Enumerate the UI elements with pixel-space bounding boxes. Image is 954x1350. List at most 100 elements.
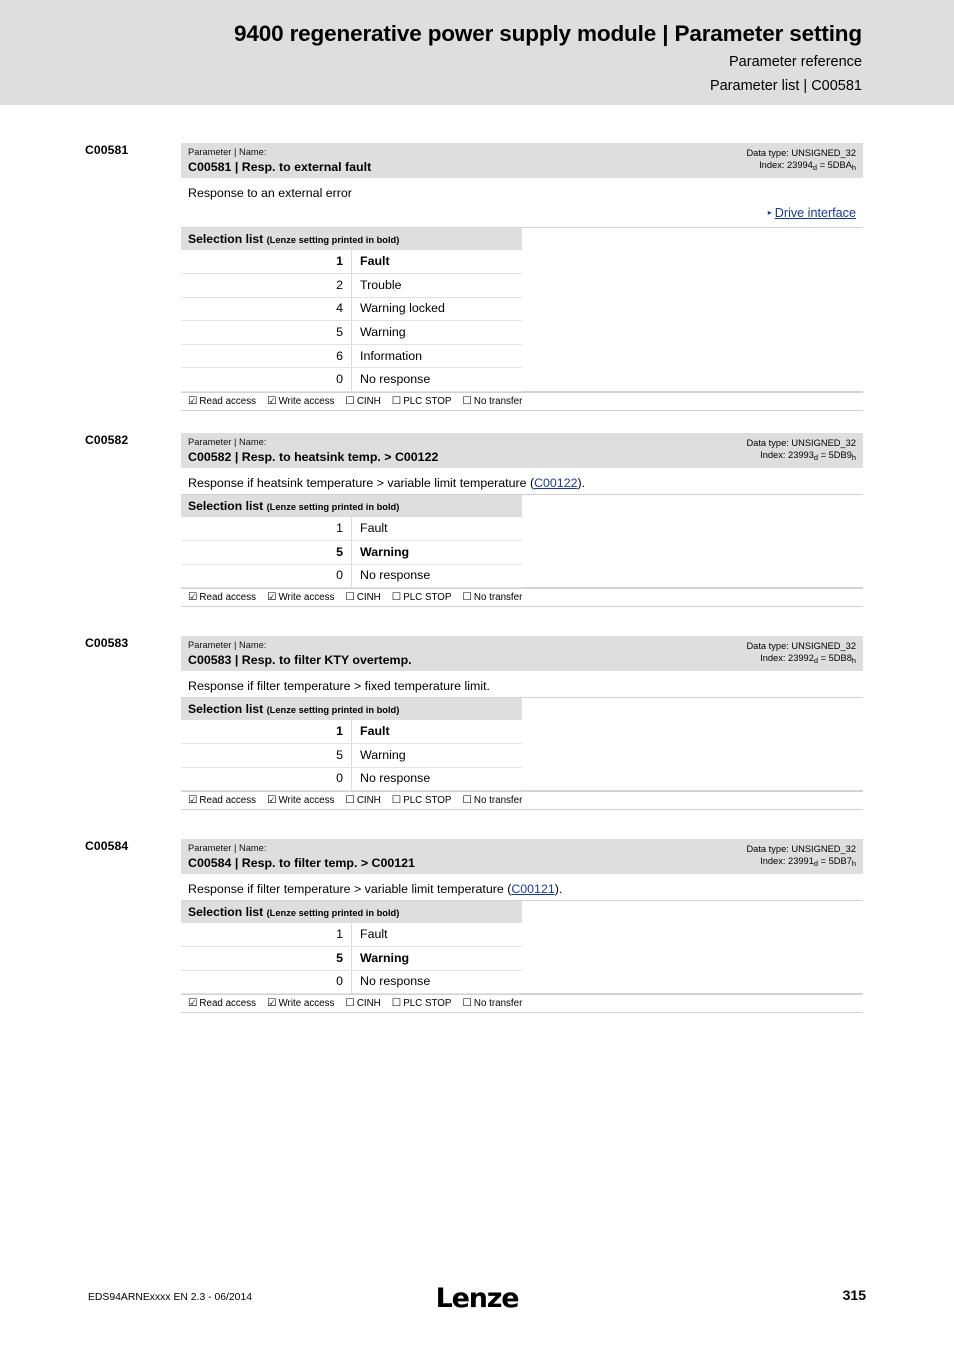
parameter-block-c00581: C00581 Parameter | Name: C00581 | Resp. to… [0, 143, 954, 412]
selection-label: Warning locked [351, 297, 522, 322]
drive-interface-link[interactable]: Drive interface [775, 206, 856, 220]
parameter-name-band: Parameter | Name: C00583 | Resp. to filte… [181, 636, 863, 671]
selection-list-row: 0 No response [181, 367, 522, 393]
selection-list-title: Selection list [188, 702, 264, 716]
access-flag-label: PLC STOP [403, 998, 452, 1010]
access-flag-read-access: ☑ Read access [188, 592, 256, 603]
selection-list-row: 2 Trouble [181, 273, 522, 298]
checkbox-unchecked-icon: ☐ [391, 395, 402, 408]
access-flag-label: CINH [356, 592, 381, 604]
parameter-block-c00582: C00582 Parameter | Name: C00582 | Resp. to… [0, 433, 954, 608]
access-flag-write-access: ☑ Write access [267, 998, 334, 1009]
access-flag-label: Write access [278, 592, 335, 604]
selection-list-area: Selection list (Lenze setting printed in… [181, 698, 863, 792]
checkbox-unchecked-icon: ☐ [391, 997, 402, 1010]
description-text: Response if filter temperature > fixed t… [188, 679, 490, 693]
parameter-datatype: Data type: UNSIGNED_32 [746, 148, 856, 158]
checkbox-unchecked-icon: ☐ [391, 794, 402, 807]
header-subtitle-breadcrumb: Parameter list | C00581 [709, 78, 862, 94]
parameter-cross-reference-link[interactable]: C00121 [511, 882, 554, 896]
selection-list-area: Selection list (Lenze setting printed in… [181, 495, 863, 589]
access-flag-write-access: ☑ Write access [267, 795, 334, 806]
selection-list-table: Selection list (Lenze setting printed in… [181, 495, 522, 589]
selection-value: 6 [181, 344, 352, 369]
selection-label: No response [351, 970, 522, 995]
selection-value: 0 [181, 970, 352, 995]
parameter-side-code: C00582 [85, 433, 129, 447]
selection-list-header: Selection list (Lenze setting printed in… [181, 495, 522, 517]
parameter-block-c00583: C00583 Parameter | Name: C00583 | Resp. to… [0, 636, 954, 811]
parameter-side-code: C00584 [85, 839, 129, 853]
selection-value: 5 [181, 946, 352, 971]
parameter-block-c00584: C00584 Parameter | Name: C00584 | Resp. to… [0, 839, 954, 1014]
checkbox-unchecked-icon: ☐ [462, 591, 472, 604]
page-footer: EDS94ARNExxxx EN 2.3 - 06/2014 Lenze 315 [0, 1283, 954, 1325]
access-flag-label: No transfer [473, 592, 523, 604]
checkbox-unchecked-icon: ☐ [345, 794, 355, 807]
checkbox-unchecked-icon: ☐ [345, 395, 355, 408]
checkbox-checked-icon: ☑ [188, 591, 198, 604]
selection-label: Warning [351, 946, 522, 971]
checkbox-unchecked-icon: ☐ [391, 591, 402, 604]
selection-list-row: 1 Fault [181, 923, 522, 948]
selection-label: Trouble [351, 273, 522, 298]
selection-list-note: (Lenze setting printed in bold) [266, 705, 400, 715]
header-subtitle-section: Parameter reference [729, 54, 862, 70]
selection-list-title: Selection list [188, 232, 264, 246]
parameter-cross-reference-link[interactable]: C00122 [534, 476, 577, 490]
checkbox-checked-icon: ☑ [188, 794, 198, 807]
access-flags-row: ☑ Read access ☑ Write access ☐ CINH ☐ PLC STOP ☐… [181, 994, 863, 1014]
access-flag-read-access: ☑ Read access [188, 998, 256, 1009]
checkbox-checked-icon: ☑ [267, 997, 277, 1010]
selection-list-row: 5 Warning [181, 743, 522, 768]
checkbox-checked-icon: ☑ [267, 395, 277, 408]
checkbox-checked-icon: ☑ [188, 997, 198, 1010]
selection-value: 5 [181, 743, 352, 768]
selection-list-row: 0 No response [181, 970, 522, 995]
page-title: 9400 regenerative power supply module | … [234, 21, 862, 46]
parameter-index: Index: 23993d = 5DB9h [760, 449, 856, 462]
selection-label: No response [351, 767, 522, 792]
checkbox-checked-icon: ☑ [267, 794, 277, 807]
access-flag-label: PLC STOP [403, 396, 452, 408]
access-flag-write-access: ☑ Write access [267, 396, 334, 407]
access-flag-write-access: ☑ Write access [267, 592, 334, 603]
selection-list-row: 6 Information [181, 344, 522, 369]
selection-label: Warning [351, 743, 522, 768]
selection-list-note: (Lenze setting printed in bold) [266, 235, 400, 245]
selection-list-row: 0 No response [181, 767, 522, 792]
selection-label: Warning [351, 540, 522, 565]
selection-value: 5 [181, 540, 352, 565]
selection-list-row: 0 No response [181, 564, 522, 589]
access-flag-label: CINH [356, 998, 381, 1010]
parameter-side-code: C00583 [85, 636, 129, 650]
access-flag-label: PLC STOP [403, 795, 452, 807]
selection-label: Warning [351, 320, 522, 345]
parameter-datatype: Data type: UNSIGNED_32 [746, 844, 856, 854]
access-flag-plc-stop: ☐ PLC STOP [392, 396, 452, 407]
selection-list-row: 1 Fault [181, 517, 522, 542]
access-flag-cinh: ☐ CINH [345, 795, 380, 806]
access-flag-cinh: ☐ CINH [345, 396, 380, 407]
selection-value: 2 [181, 273, 352, 298]
selection-list-title: Selection list [188, 499, 264, 513]
selection-value: 5 [181, 320, 352, 345]
page-header: 9400 regenerative power supply module | … [0, 0, 954, 105]
selection-value: 0 [181, 767, 352, 792]
parameter-index: Index: 23992d = 5DB8h [760, 652, 856, 665]
checkbox-unchecked-icon: ☐ [345, 997, 355, 1010]
selection-list-blank-panel [522, 495, 863, 589]
parameter-datatype-index: Data type: UNSIGNED_32 Index: 23991d = 5D… [746, 844, 856, 868]
parameter-block-body: Parameter | Name: C00582 | Resp. to heats… [181, 433, 863, 608]
access-flag-label: Read access [199, 396, 257, 408]
selection-value: 1 [181, 923, 352, 948]
selection-label: No response [351, 367, 522, 393]
access-flag-label: PLC STOP [403, 592, 452, 604]
selection-value: 4 [181, 297, 352, 322]
parameter-datatype: Data type: UNSIGNED_32 [746, 641, 856, 651]
selection-value: 0 [181, 564, 352, 589]
checkbox-checked-icon: ☑ [267, 591, 277, 604]
parameter-name-band: Parameter | Name: C00581 | Resp. to exter… [181, 143, 863, 178]
chevron-right-icon: ▸ [767, 208, 772, 217]
checkbox-unchecked-icon: ☐ [462, 997, 472, 1010]
